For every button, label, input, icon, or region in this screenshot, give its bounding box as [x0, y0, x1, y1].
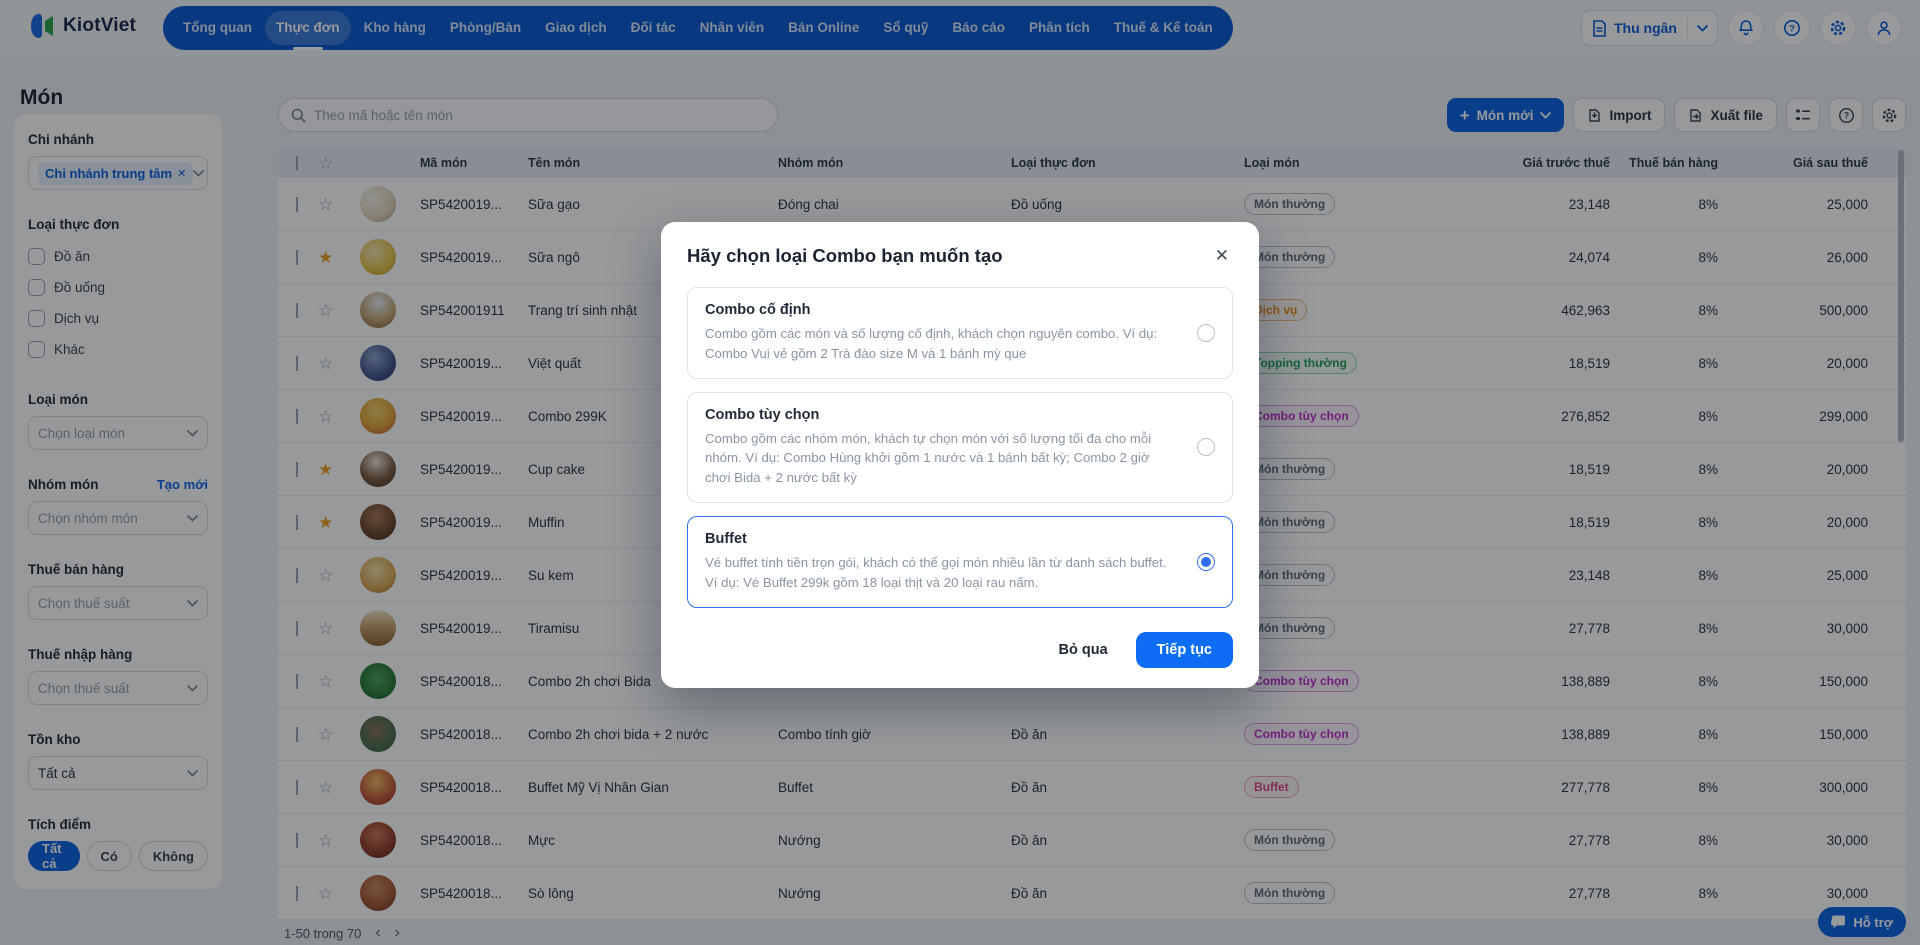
radio-button[interactable]: [1197, 438, 1215, 456]
combo-type-modal: Hãy chọn loại Combo bạn muốn tạo ✕ Combo…: [661, 222, 1259, 688]
radio-button[interactable]: [1197, 324, 1215, 342]
combo-option-description: Combo gồm các món và số lượng cố định, k…: [705, 324, 1176, 364]
combo-option-card[interactable]: Buffet Vé buffet tính tiền trọn gói, khác…: [687, 516, 1233, 608]
close-icon[interactable]: ✕: [1211, 245, 1233, 266]
combo-option-title: Buffet: [705, 531, 1176, 547]
combo-option-description: Vé buffet tính tiền trọn gói, khách có t…: [705, 553, 1176, 593]
radio-button[interactable]: [1197, 553, 1215, 571]
continue-button[interactable]: Tiếp tục: [1136, 632, 1233, 668]
skip-button[interactable]: Bỏ qua: [1041, 633, 1126, 667]
combo-option-title: Combo tùy chọn: [705, 407, 1176, 423]
combo-option-card[interactable]: Combo cố định Combo gồm các món và số lượ…: [687, 287, 1233, 379]
combo-option-description: Combo gồm các nhóm món, khách tự chọn mó…: [705, 429, 1176, 488]
modal-title: Hãy chọn loại Combo bạn muốn tạo: [687, 245, 1003, 267]
combo-option-title: Combo cố định: [705, 302, 1176, 318]
combo-option-card[interactable]: Combo tùy chọn Combo gồm các nhóm món, kh…: [687, 392, 1233, 503]
